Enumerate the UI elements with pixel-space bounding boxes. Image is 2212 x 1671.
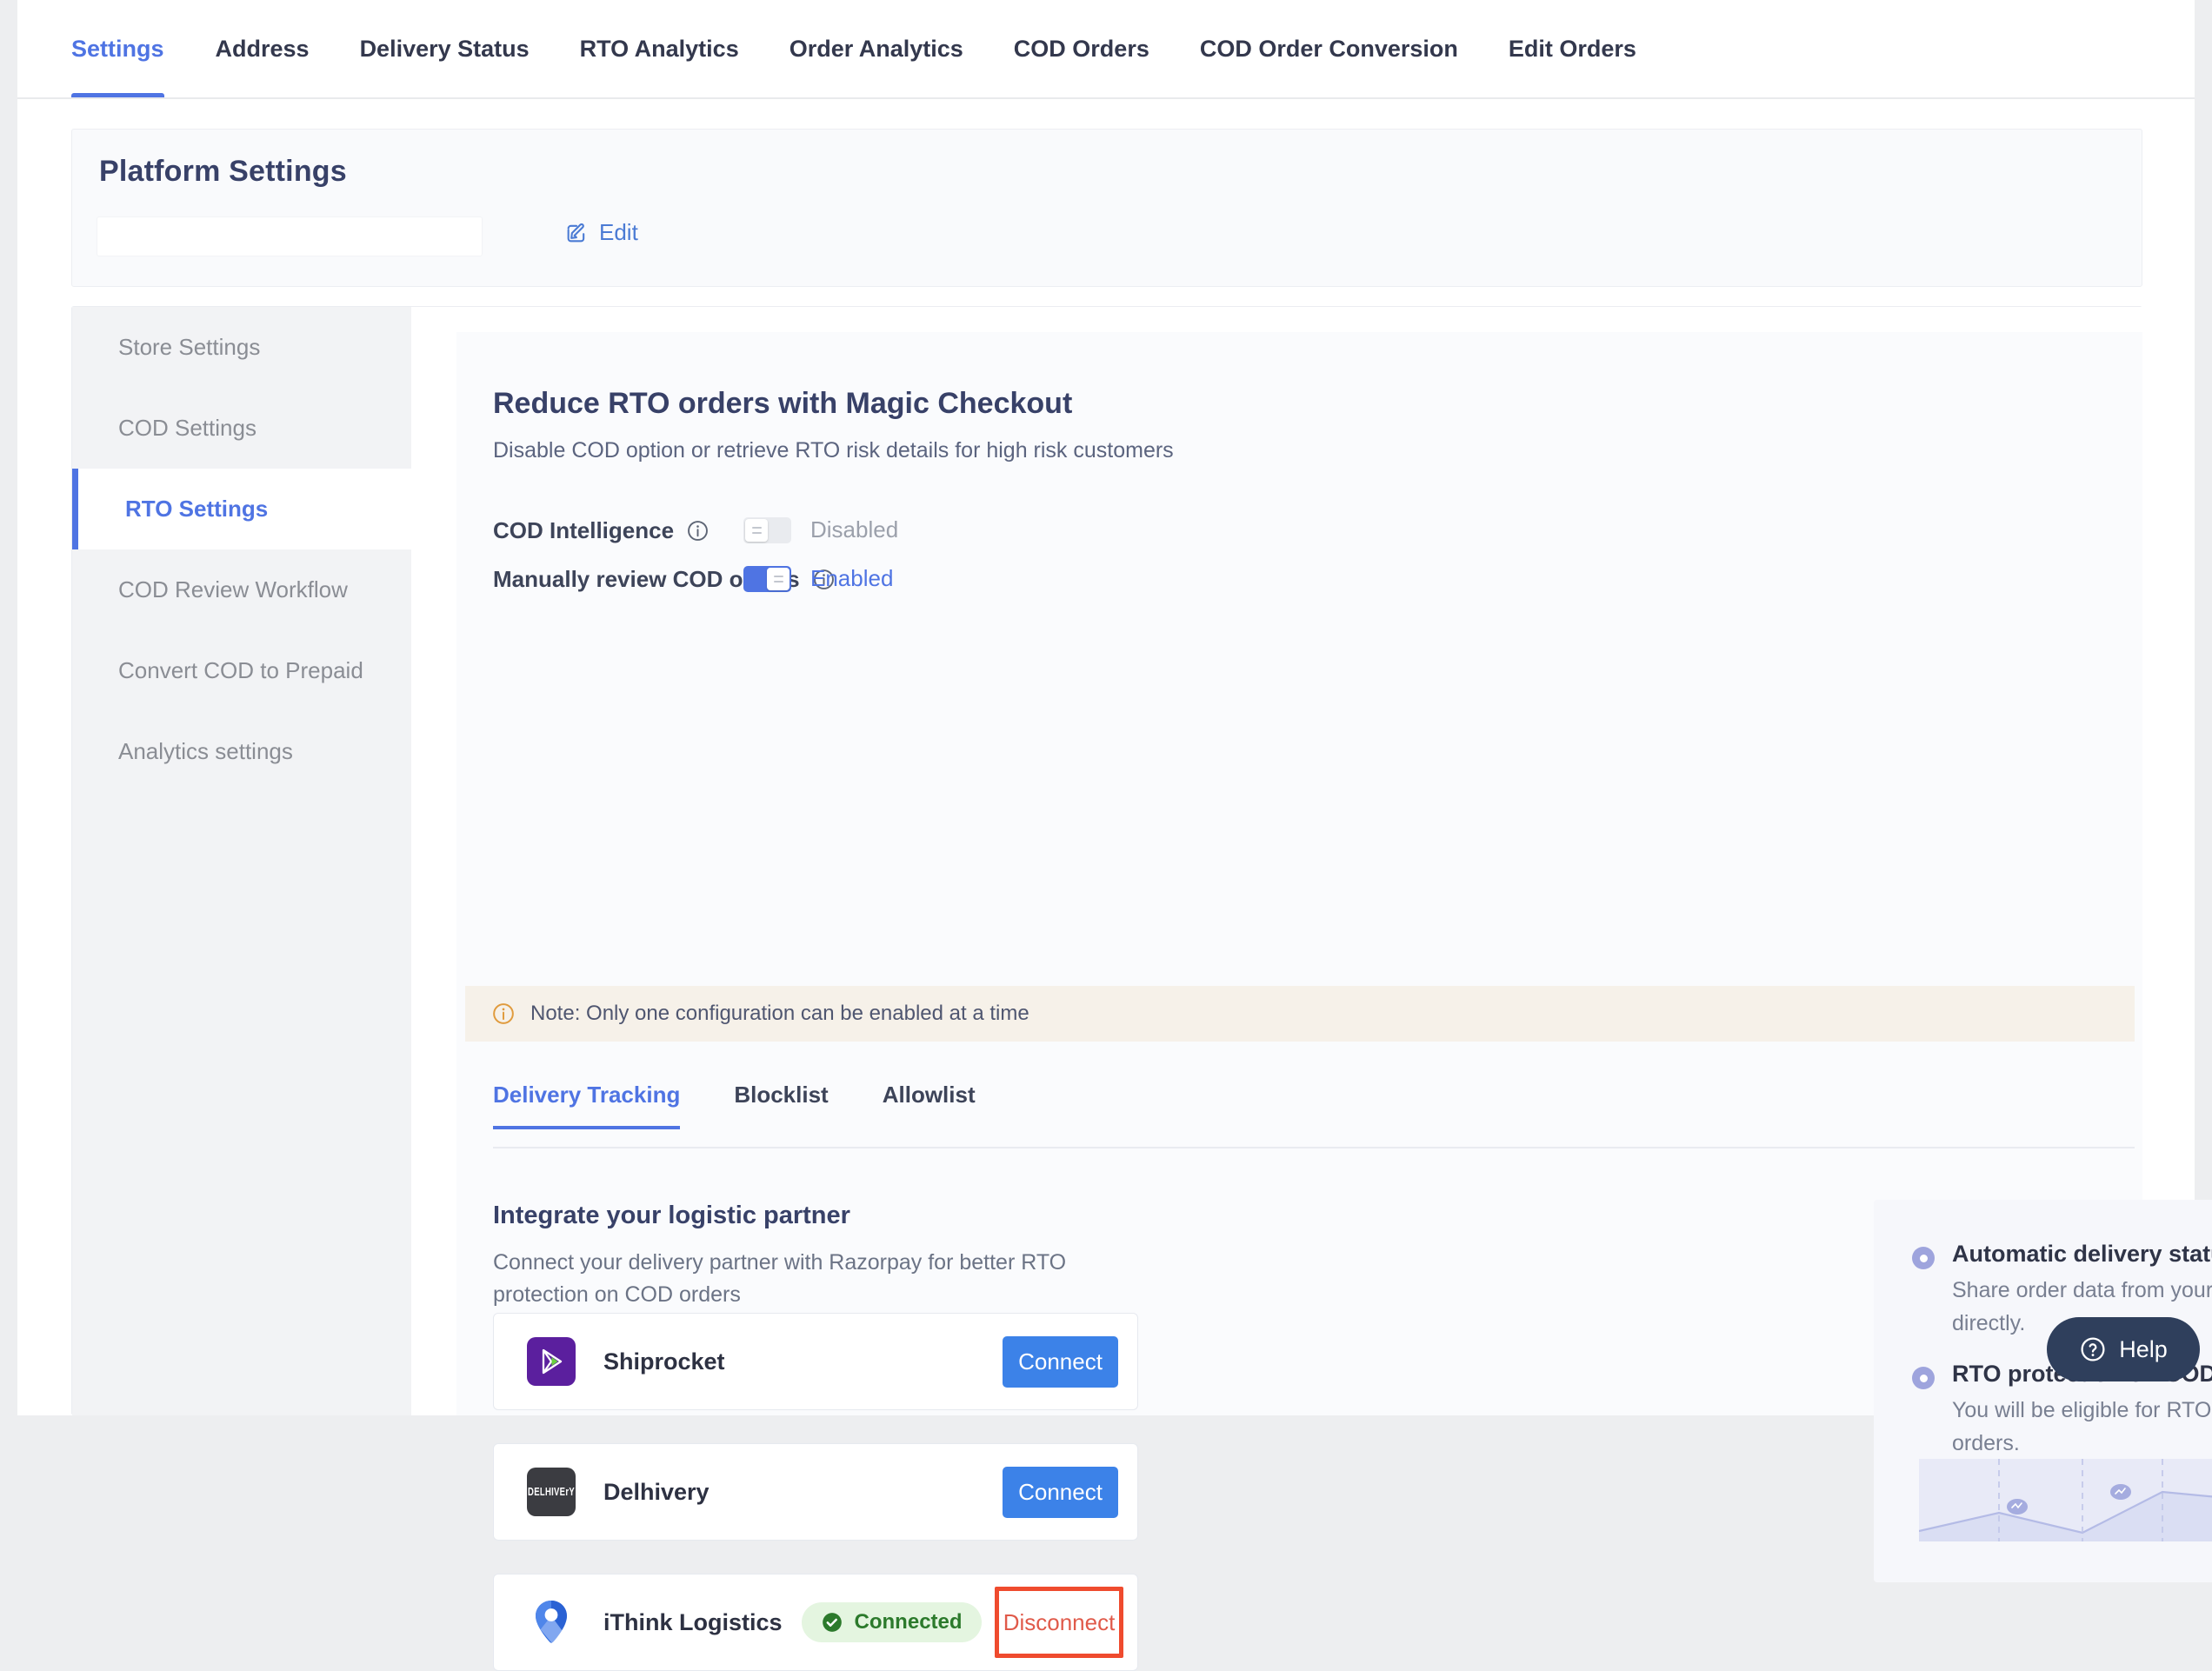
page-title: Platform Settings <box>99 155 347 188</box>
info-circle-icon <box>493 1003 514 1024</box>
pencil-square-icon <box>567 223 585 242</box>
sidebar-item-cod-settings[interactable]: COD Settings <box>72 388 411 469</box>
delhivery-logo-icon: DELHIVErY <box>527 1468 576 1516</box>
question-circle-icon <box>2081 1337 2105 1361</box>
sidebar-item-label: COD Review Workflow <box>118 576 348 602</box>
area-chart-placeholder-illustration <box>1919 1459 2212 1541</box>
shiprocket-logo-icon <box>527 1337 576 1386</box>
connect-shiprocket-button[interactable]: Connect <box>1003 1336 1118 1388</box>
tab-delivery-status-label: Delivery Status <box>359 35 530 62</box>
sidebar-item-convert-cod-to-prepaid[interactable]: Convert COD to Prepaid <box>72 630 411 711</box>
sidebar-item-label: COD Settings <box>118 415 257 441</box>
disconnect-ithink-button[interactable]: Disconnect <box>995 1587 1123 1658</box>
partner-card-delhivery: DELHIVErY Delhivery Connect <box>493 1443 1138 1541</box>
ithink-logistics-map-pin-icon <box>527 1598 576 1647</box>
platform-settings-card: Platform Settings Edit <box>71 129 2142 287</box>
note-banner: Note: Only one configuration can be enab… <box>465 986 2135 1042</box>
tab-label: Allowlist <box>882 1082 976 1108</box>
cod-intelligence-toggle[interactable] <box>743 516 791 543</box>
tab-settings-label: Settings <box>71 35 164 62</box>
cod-intelligence-toggle-group: Disabled <box>743 516 898 543</box>
edit-label: Edit <box>599 219 638 245</box>
edit-button[interactable]: Edit <box>564 219 638 246</box>
tab-allowlist[interactable]: Allowlist <box>883 1082 1003 1128</box>
benefit-body: You will be eligible for RTO protection … <box>1952 1398 2212 1455</box>
cod-intelligence-state: Disabled <box>810 516 899 543</box>
tab-cod-orders[interactable]: COD Orders <box>989 0 1175 97</box>
help-button[interactable]: Help <box>2047 1317 2200 1381</box>
toggle-knob <box>767 567 790 590</box>
sidebar-item-label: Analytics settings <box>118 738 293 764</box>
bullet-icon <box>1912 1247 1935 1269</box>
tab-delivery-tracking[interactable]: Delivery Tracking <box>493 1082 707 1129</box>
rto-settings-panel: Reduce RTO orders with Magic Checkout Di… <box>456 332 2212 1671</box>
tab-cod-orders-label: COD Orders <box>1013 35 1149 62</box>
settings-content: Reduce RTO orders with Magic Checkout Di… <box>411 307 2212 1671</box>
settings-sidebar: Store Settings COD Settings RTO Settings… <box>72 307 411 1415</box>
partner-card-shiprocket: Shiprocket Connect <box>493 1313 1138 1410</box>
section-subtitle: Disable COD option or retrieve RTO risk … <box>493 438 1174 463</box>
manual-review-toggle[interactable] <box>743 565 791 592</box>
connect-delhivery-button[interactable]: Connect <box>1003 1467 1118 1518</box>
tab-address[interactable]: Address <box>190 0 335 97</box>
tab-order-analytics[interactable]: Order Analytics <box>764 0 989 97</box>
sidebar-item-label: Convert COD to Prepaid <box>118 657 363 683</box>
partner-name: Delhivery <box>603 1478 710 1505</box>
tab-label: Delivery Tracking <box>493 1082 681 1108</box>
benefits-panel: Automatic delivery status updates Share … <box>1874 1200 2212 1582</box>
tab-edit-orders[interactable]: Edit Orders <box>1483 0 1662 97</box>
tab-rto-analytics[interactable]: RTO Analytics <box>555 0 764 97</box>
toggle-knob <box>745 518 768 542</box>
sidebar-item-rto-settings[interactable]: RTO Settings <box>72 469 411 549</box>
bullet-icon <box>1912 1367 1935 1389</box>
manual-review-state: Enabled <box>810 565 894 591</box>
integrate-title: Integrate your logistic partner <box>493 1202 850 1229</box>
tab-label: Blocklist <box>734 1082 829 1108</box>
settings-body: Store Settings COD Settings RTO Settings… <box>71 306 2212 1671</box>
integrate-subtitle: Connect your delivery partner with Razor… <box>493 1250 1067 1307</box>
tab-blocklist[interactable]: Blocklist <box>734 1082 855 1128</box>
sidebar-item-analytics-settings[interactable]: Analytics settings <box>72 711 411 792</box>
benefit-heading: Automatic delivery status updates <box>1952 1241 2212 1267</box>
sidebar-item-cod-review-workflow[interactable]: COD Review Workflow <box>72 549 411 630</box>
status-badge: Connected <box>801 1602 982 1642</box>
sidebar-item-label: RTO Settings <box>125 496 269 522</box>
tab-edit-orders-label: Edit Orders <box>1508 35 1636 62</box>
manual-review-toggle-group: Enabled <box>743 565 893 592</box>
delhivery-logo-text: DELHIVErY <box>528 1485 575 1499</box>
status-badge-label: Connected <box>854 1610 963 1634</box>
note-text: Note: Only one configuration can be enab… <box>530 1002 1029 1025</box>
top-nav: Settings Address Delivery Status RTO Ana… <box>71 0 1662 97</box>
setting-row-cod-intelligence: COD Intelligence <box>493 517 710 544</box>
app-page: Settings Address Delivery Status RTO Ana… <box>17 0 2212 1671</box>
partner-card-ithink-logistics: iThink Logistics Connected Disconnect <box>493 1574 1138 1671</box>
delivery-tab-bar: Delivery Tracking Blocklist Allowlist <box>493 1082 2135 1148</box>
tab-rto-analytics-label: RTO Analytics <box>579 35 739 62</box>
partner-name: Shiprocket <box>603 1348 725 1375</box>
help-label: Help <box>2119 1335 2168 1362</box>
setting-label: COD Intelligence <box>493 517 675 543</box>
info-circle-icon[interactable] <box>686 519 710 543</box>
sidebar-item-label: Store Settings <box>118 334 261 360</box>
tab-order-analytics-label: Order Analytics <box>789 35 963 62</box>
tab-cod-order-conversion-label: COD Order Conversion <box>1199 35 1458 62</box>
top-tab-bar: Settings Address Delivery Status RTO Ana… <box>17 0 2195 99</box>
check-circle-icon <box>822 1613 842 1632</box>
tab-settings[interactable]: Settings <box>71 0 190 97</box>
platform-name-input[interactable] <box>97 216 483 256</box>
tab-address-label: Address <box>215 35 310 62</box>
section-title: Reduce RTO orders with Magic Checkout <box>493 387 1073 420</box>
tab-cod-order-conversion[interactable]: COD Order Conversion <box>1175 0 1483 97</box>
sidebar-item-store-settings[interactable]: Store Settings <box>72 307 411 388</box>
partner-name: iThink Logistics <box>603 1608 783 1635</box>
tab-delivery-status[interactable]: Delivery Status <box>335 0 555 97</box>
